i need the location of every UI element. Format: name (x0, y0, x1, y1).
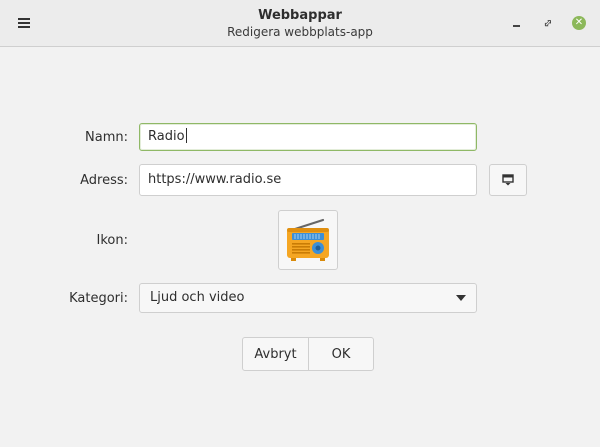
name-field[interactable]: Radio (139, 123, 477, 151)
radio-icon (287, 218, 329, 261)
icon-chooser-button[interactable] (278, 210, 338, 270)
name-field-value: Radio (148, 129, 185, 144)
dialog-buttons: Avbryt OK (242, 337, 374, 371)
category-selected-value: Ljud och video (150, 290, 245, 305)
edit-webapp-window: Webbappar Redigera webbplats-app ⇕ ✕ Nam… (0, 0, 600, 447)
favicon-download-button[interactable] (489, 164, 527, 196)
maximize-button[interactable]: ⇕ (538, 13, 558, 33)
category-dropdown[interactable]: Ljud och video (139, 283, 477, 313)
text-cursor (185, 128, 187, 143)
address-field-value: https://www.radio.se (148, 172, 282, 187)
address-field[interactable]: https://www.radio.se (139, 164, 477, 196)
ok-button[interactable]: OK (308, 337, 374, 371)
close-button[interactable]: ✕ (569, 13, 589, 33)
header-bar: Webbappar Redigera webbplats-app ⇕ ✕ (0, 0, 600, 47)
minimize-button[interactable] (506, 13, 526, 33)
favicon-download-icon (502, 174, 514, 186)
cancel-button[interactable]: Avbryt (242, 337, 309, 371)
minimize-icon (512, 25, 520, 27)
maximize-icon: ⇕ (540, 15, 556, 31)
category-label: Kategori: (69, 291, 128, 306)
icon-label: Ikon: (96, 233, 128, 248)
address-label: Adress: (80, 173, 128, 188)
dropdown-arrow-icon (456, 295, 466, 301)
name-label: Namn: (85, 130, 128, 145)
close-icon: ✕ (572, 16, 586, 30)
